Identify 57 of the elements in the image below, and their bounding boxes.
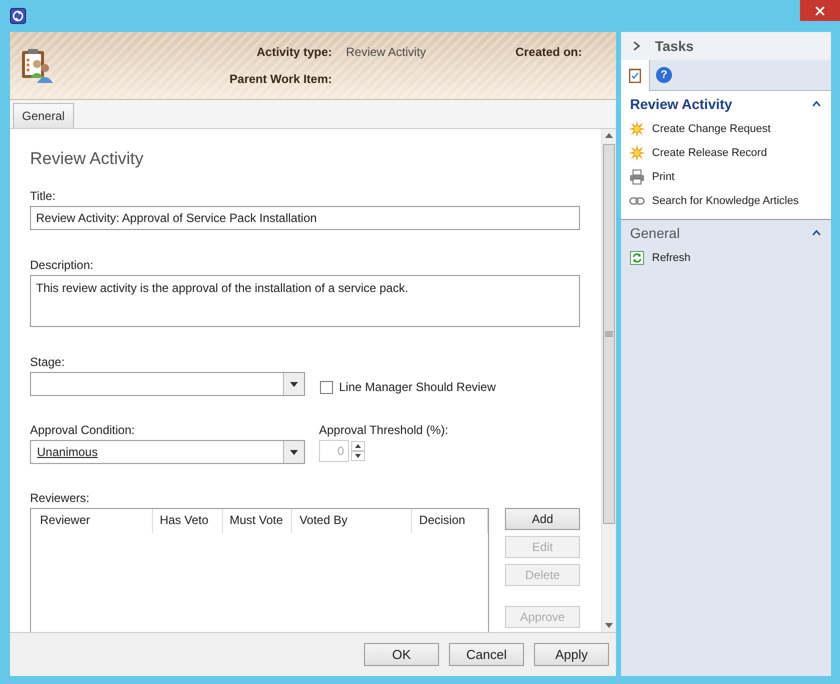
collapse-icon[interactable] bbox=[812, 230, 821, 236]
dropdown-arrow-icon bbox=[290, 450, 298, 454]
tasks-title: Tasks bbox=[655, 38, 694, 54]
tasks-tab[interactable] bbox=[621, 60, 650, 91]
collapse-icon[interactable] bbox=[812, 101, 821, 107]
printer-icon bbox=[629, 169, 645, 185]
form-heading: Review Activity bbox=[30, 149, 144, 169]
task-item[interactable]: Search for Knowledge Articles bbox=[621, 189, 831, 213]
scrollbar[interactable] bbox=[601, 129, 616, 632]
task-item[interactable]: Print bbox=[621, 165, 831, 189]
column-header[interactable]: Voted By bbox=[292, 509, 412, 533]
dialog-button[interactable]: Cancel bbox=[449, 643, 524, 666]
column-header[interactable]: Must Vote bbox=[222, 509, 292, 533]
scroll-up-icon[interactable] bbox=[605, 133, 613, 138]
dialog-button[interactable]: OK bbox=[364, 643, 439, 666]
dropdown-arrow-icon bbox=[290, 382, 298, 386]
grip-icon bbox=[605, 331, 613, 337]
approval-threshold-label: Approval Threshold (%): bbox=[319, 423, 448, 437]
parent-work-item-label: Parent Work Item: bbox=[228, 72, 332, 86]
task-item[interactable]: Create Release Record bbox=[621, 141, 831, 165]
spin-down-icon[interactable] bbox=[351, 451, 365, 461]
title-label: Title: bbox=[30, 189, 57, 203]
section-title: General bbox=[630, 225, 680, 241]
approval-condition-dropdown[interactable]: Unanimous bbox=[30, 440, 305, 464]
description-field[interactable]: This review activity is the approval of the installation of a service pack. bbox=[30, 275, 580, 327]
stage-label: Stage: bbox=[30, 355, 66, 369]
column-header[interactable]: Reviewer bbox=[33, 509, 153, 533]
dialog-button[interactable]: Apply bbox=[534, 643, 609, 666]
clipboard-people-icon bbox=[20, 48, 54, 84]
task-item[interactable]: Refresh bbox=[621, 246, 831, 270]
reviewer-button[interactable]: Add bbox=[505, 508, 580, 530]
spin-up-icon[interactable] bbox=[351, 441, 365, 451]
app-icon bbox=[10, 8, 26, 24]
help-tab[interactable]: ? bbox=[650, 60, 678, 90]
task-item[interactable]: Create Change Request bbox=[621, 117, 831, 141]
chain-link-icon bbox=[629, 196, 645, 206]
approval-condition-label: Approval Condition: bbox=[30, 423, 136, 437]
created-on-label: Created on: bbox=[514, 45, 582, 59]
activity-type-value: Review Activity bbox=[345, 45, 428, 59]
close-icon bbox=[815, 6, 825, 16]
title-field[interactable]: Review Activity: Approval of Service Pack Installation bbox=[30, 206, 580, 230]
stage-dropdown[interactable] bbox=[30, 372, 305, 396]
checkbox[interactable] bbox=[320, 380, 333, 394]
tab[interactable]: General bbox=[13, 103, 74, 128]
sparkle-icon bbox=[629, 145, 645, 161]
activity-type-label: Activity type: bbox=[256, 45, 332, 59]
scroll-down-icon[interactable] bbox=[605, 623, 613, 628]
sparkle-icon bbox=[629, 121, 645, 137]
column-header[interactable]: Decision bbox=[412, 509, 488, 533]
clipboard-icon bbox=[629, 68, 641, 83]
chevron-right-icon[interactable] bbox=[633, 41, 641, 51]
reviewers-label: Reviewers: bbox=[30, 491, 90, 505]
column-header[interactable]: Has Veto bbox=[152, 509, 223, 533]
close-button[interactable] bbox=[800, 0, 840, 21]
description-label: Description: bbox=[30, 258, 94, 272]
refresh-icon bbox=[629, 251, 645, 265]
section-title: Review Activity bbox=[630, 96, 732, 112]
